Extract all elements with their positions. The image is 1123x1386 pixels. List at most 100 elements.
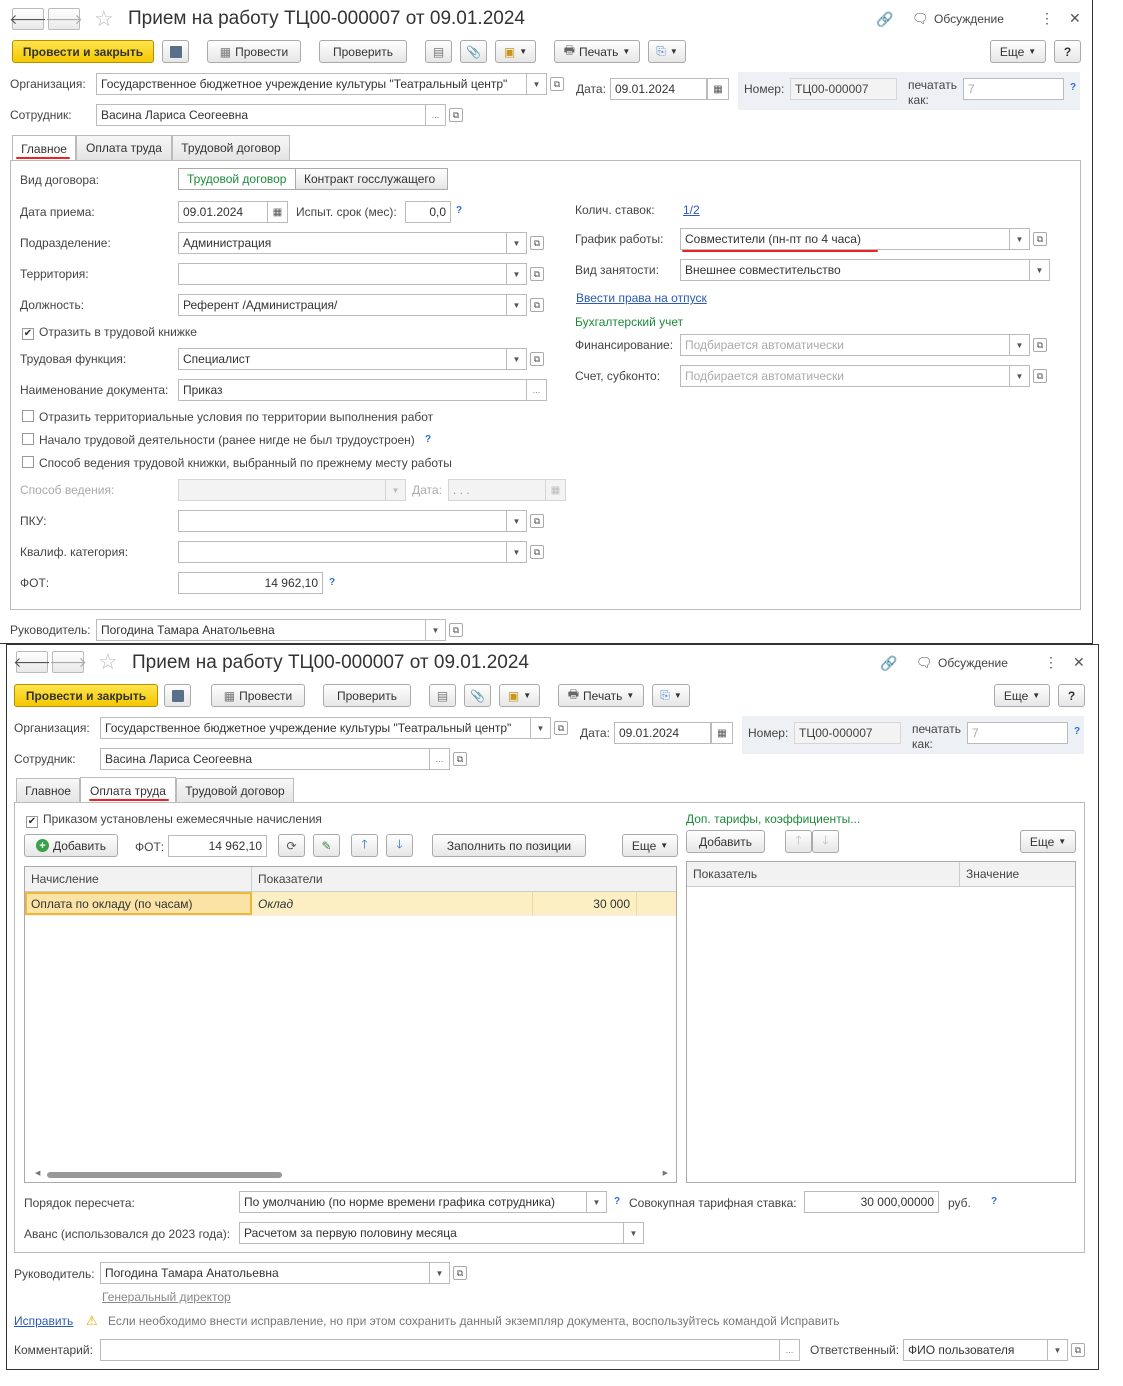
head-dropdown[interactable]: ▼ [426,619,446,641]
account-dropdown[interactable]: ▼ [1010,365,1030,387]
favorite-star-icon[interactable]: ☆ [94,6,114,32]
attach-button[interactable]: 📎 [464,684,491,707]
list-button[interactable]: ▤ [429,684,456,707]
help-button[interactable]: ? [1054,40,1081,63]
pku-field[interactable] [178,510,507,532]
fot-field[interactable]: 14 962,10 [178,572,323,594]
head-field[interactable]: Погодина Тамара Анатольевна [96,619,426,641]
row-value-cell[interactable]: 30 000 [533,892,637,915]
schedule-open-button[interactable]: ⧉ [1030,228,1050,250]
export-button[interactable]: ⎘ ▼ [648,40,686,63]
indicator-down-button[interactable]: 🡓 [812,830,839,853]
advance-field[interactable]: Расчетом за первую половину месяца [239,1222,624,1244]
monthly-accruals-checkbox[interactable]: ✔ [26,813,38,828]
edit-button[interactable]: ✎ [313,834,340,857]
schedule-dropdown[interactable]: ▼ [1010,228,1030,250]
qualification-dropdown[interactable]: ▼ [507,541,527,563]
link-icon[interactable]: 🔗 [876,11,893,28]
refresh-button[interactable]: ⟳ [278,834,305,857]
help-button[interactable]: ? [1058,684,1085,707]
qualification-open-button[interactable]: ⧉ [527,541,547,563]
tariff-rate-field[interactable]: 30 000,00000 [804,1191,939,1213]
territory-dropdown[interactable]: ▼ [507,263,527,285]
post-button[interactable]: ▦ Провести [207,40,301,63]
qualification-field[interactable] [178,541,507,563]
post-and-close-button[interactable]: Провести и закрыть [12,40,154,63]
post-button[interactable]: ▦ Провести [211,684,305,707]
org-dropdown[interactable]: ▼ [531,717,551,739]
pku-dropdown[interactable]: ▼ [507,510,527,532]
employee-select-button[interactable]: … [426,104,446,126]
position-open-button[interactable]: ⧉ [527,294,547,316]
responsible-field[interactable]: ФИО пользователя [903,1339,1048,1361]
horizontal-scrollbar[interactable]: ◀ ▶ [35,1169,668,1179]
tab-payment[interactable]: Оплата труда [76,135,172,160]
attach-button[interactable]: 📎 [460,40,487,63]
employee-field[interactable]: Васина Лариса Сеогеевна [96,104,426,126]
move-up-button[interactable]: 🡑 [351,834,378,857]
position-dropdown[interactable]: ▼ [507,294,527,316]
create-based-button[interactable]: ▣ ▼ [499,684,540,707]
dept-dropdown[interactable]: ▼ [507,232,527,254]
list-button[interactable]: ▤ [425,40,452,63]
contract-kind-civil[interactable]: Контракт госслужащего [296,168,448,190]
post-and-close-button[interactable]: Провести и закрыть [14,684,158,707]
recalc-field[interactable]: По умолчанию (по норме времени графика с… [239,1191,587,1213]
calendar-button[interactable]: ▦ [707,78,729,100]
print-as-field[interactable]: 7 [963,78,1064,100]
favorite-star-icon[interactable]: ☆ [98,649,118,675]
col-indicators[interactable]: Показатели [252,872,323,886]
hire-date-field[interactable]: 09.01.2024 [178,201,268,223]
labor-function-field[interactable]: Специалист [178,348,507,370]
employment-dropdown[interactable]: ▼ [1030,259,1050,281]
number-field[interactable]: ТЦ00-000007 [794,722,901,744]
check-button[interactable]: Проверить [323,684,411,707]
head-dropdown[interactable]: ▼ [430,1262,450,1284]
fix-link[interactable]: Исправить [14,1314,73,1328]
help-icon[interactable]: ? [1074,726,1080,737]
col-indicator[interactable]: Показатель [687,862,960,886]
account-open-button[interactable]: ⧉ [1030,365,1050,387]
hire-date-calendar[interactable]: ▦ [268,201,288,223]
col-value[interactable]: Значение [960,867,1019,881]
advance-dropdown[interactable]: ▼ [624,1222,644,1244]
add-indicator-button[interactable]: Добавить [686,830,765,853]
contract-kind-labor[interactable]: Трудовой договор [178,168,296,190]
dept-field[interactable]: Администрация [178,232,507,254]
tab-contract[interactable]: Трудовой договор [176,778,294,803]
help-icon[interactable]: ? [1070,82,1076,93]
discussion-icon[interactable]: 🗨 [916,655,933,671]
financing-open-button[interactable]: ⧉ [1030,334,1050,356]
doc-name-field[interactable]: Приказ [178,379,527,401]
workbook-checkbox[interactable]: ✔ [22,325,34,340]
employment-field[interactable]: Внешнее совместительство [680,259,1030,281]
fill-by-position-button[interactable]: Заполнить по позиции [432,834,586,857]
org-open-button[interactable]: ⧉ [551,717,571,739]
print-button[interactable]: 🖶 Печать ▼ [558,684,644,707]
col-accrual[interactable]: Начисление [25,867,252,891]
rates-link[interactable]: 1/2 [683,203,700,217]
export-button[interactable]: ⎘ ▼ [652,684,690,707]
date-field[interactable]: 09.01.2024 [614,722,711,744]
discussion-label[interactable]: Обсуждение [934,12,1004,26]
head-open-button[interactable]: ⧉ [446,619,466,641]
help-icon[interactable]: ? [456,205,462,216]
comment-select-button[interactable]: … [780,1339,800,1361]
org-field[interactable]: Государственное бюджетное учреждение кул… [96,73,527,95]
discussion-label[interactable]: Обсуждение [938,656,1008,670]
pku-open-button[interactable]: ⧉ [527,510,547,532]
more-button[interactable]: Еще ▼ [990,40,1046,63]
forward-button[interactable]: 🡒 [45,8,83,30]
employee-open-button[interactable]: ⧉ [450,748,470,770]
financing-dropdown[interactable]: ▼ [1010,334,1030,356]
financing-field[interactable]: Подбирается автоматически [680,334,1010,356]
vacation-rights-link[interactable]: Ввести права на отпуск [576,291,707,305]
more-vert-icon[interactable]: ⋮ [1044,654,1058,671]
schedule-field[interactable]: Совместители (пн-пт по 4 часа) [680,228,1010,250]
print-button[interactable]: 🖶 Печать ▼ [554,40,640,63]
responsible-open-button[interactable]: ⧉ [1068,1339,1088,1361]
scroll-right-icon[interactable]: ▶ [663,1169,668,1177]
first-job-checkbox[interactable] [22,433,34,448]
save-button[interactable] [164,684,191,707]
head-position-link[interactable]: Генеральный директор [102,1290,231,1304]
